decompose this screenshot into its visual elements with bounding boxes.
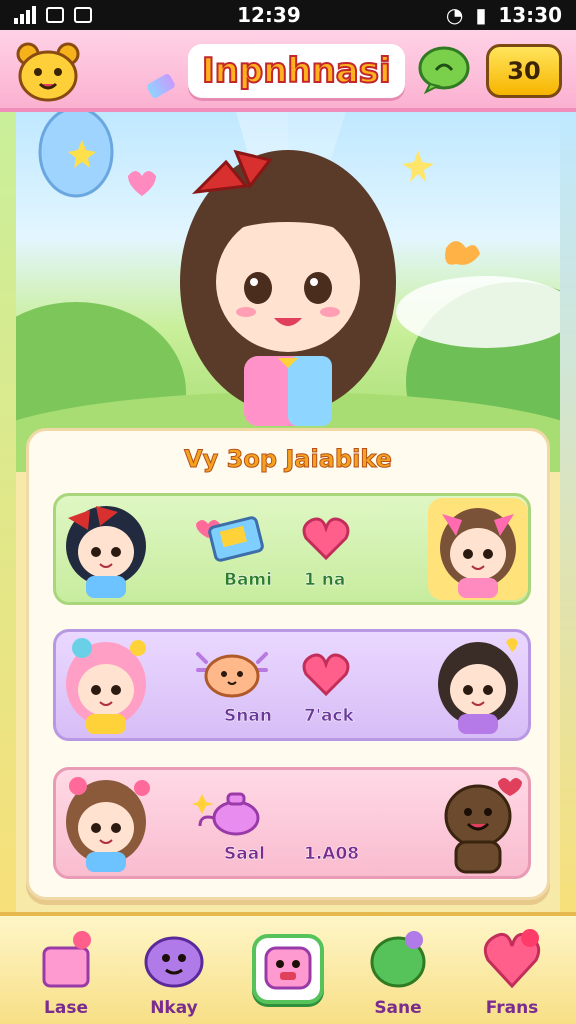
sim-icon [46, 7, 64, 23]
avatar [66, 638, 146, 734]
row-label-b: 7'ack [304, 706, 354, 727]
battery-icon: ▮ [475, 3, 487, 27]
list-row[interactable]: Saal 1.A08 [53, 767, 531, 879]
row-label-a: Saal [224, 844, 266, 865]
avatar [428, 498, 528, 600]
main-character [180, 149, 396, 426]
status-time-right: 13:30 [498, 3, 562, 27]
nav-item-nkay[interactable]: Nkay [128, 926, 220, 1022]
monster-icon [144, 936, 204, 988]
green-heart-icon [370, 931, 426, 988]
scene-area [16, 112, 560, 472]
coin-count: 30 [507, 57, 541, 85]
teapot-icon [192, 792, 260, 836]
bottom-nav: Lase Nkay Sane Frans [0, 912, 576, 1024]
right-rail [560, 112, 576, 912]
pet-face-icon [264, 946, 312, 990]
nav-label: Nkay [150, 998, 198, 1018]
status-left [14, 6, 92, 24]
row-label-b: 1 na [304, 570, 346, 591]
screen-icon [74, 7, 92, 23]
list-row[interactable]: Bami 1 na [53, 493, 531, 605]
heart-icon [128, 171, 156, 196]
avatar [66, 506, 146, 598]
signal-icon [14, 6, 36, 24]
avatar [66, 777, 150, 872]
status-time-center: 12:39 [237, 3, 301, 27]
heart-icon [302, 517, 350, 561]
bear-face-icon[interactable] [16, 42, 80, 102]
header-bar: Inpnhnasi 30 [0, 30, 576, 112]
nav-item-lase[interactable]: Lase [20, 926, 112, 1022]
list-row[interactable]: Snan 7'ack [53, 629, 531, 741]
status-right: ◔ ▮ 13:30 [446, 3, 562, 27]
wifi-icon: ◔ [445, 3, 464, 27]
left-rail [0, 112, 16, 912]
nav-item-sane[interactable]: Sane [352, 926, 444, 1022]
nav-label: Frans [485, 998, 539, 1018]
row-label-b: 1.A08 [304, 844, 360, 865]
nav-label: Sane [374, 998, 422, 1018]
nav-item-frans[interactable]: Frans [466, 926, 558, 1022]
heart-icon [483, 929, 541, 989]
friends-card: Vy 3op Jaiabike Bami 1 na Snan 7'ack Saa… [26, 428, 550, 900]
heart-icon [302, 653, 350, 697]
row-label-a: Snan [224, 706, 272, 727]
axolotl-icon [196, 652, 268, 698]
nav-label: Lase [44, 998, 88, 1018]
nav-item-home[interactable] [252, 934, 324, 1004]
status-bar: 12:39 ◔ ▮ 13:30 [0, 0, 576, 30]
card-title: Vy 3op Jaiabike [184, 445, 393, 474]
bear-pet-icon [444, 778, 522, 874]
candy-icon [145, 72, 177, 100]
scene-illustration [16, 112, 560, 472]
row-label-a: Bami [224, 570, 272, 591]
coin-counter[interactable]: 30 [486, 44, 562, 98]
game-title: Inpnhnasi [188, 44, 405, 98]
avatar [438, 638, 518, 734]
chat-bubble-icon[interactable] [418, 46, 470, 94]
gift-icon [42, 931, 91, 988]
gift-box-icon [196, 516, 264, 562]
